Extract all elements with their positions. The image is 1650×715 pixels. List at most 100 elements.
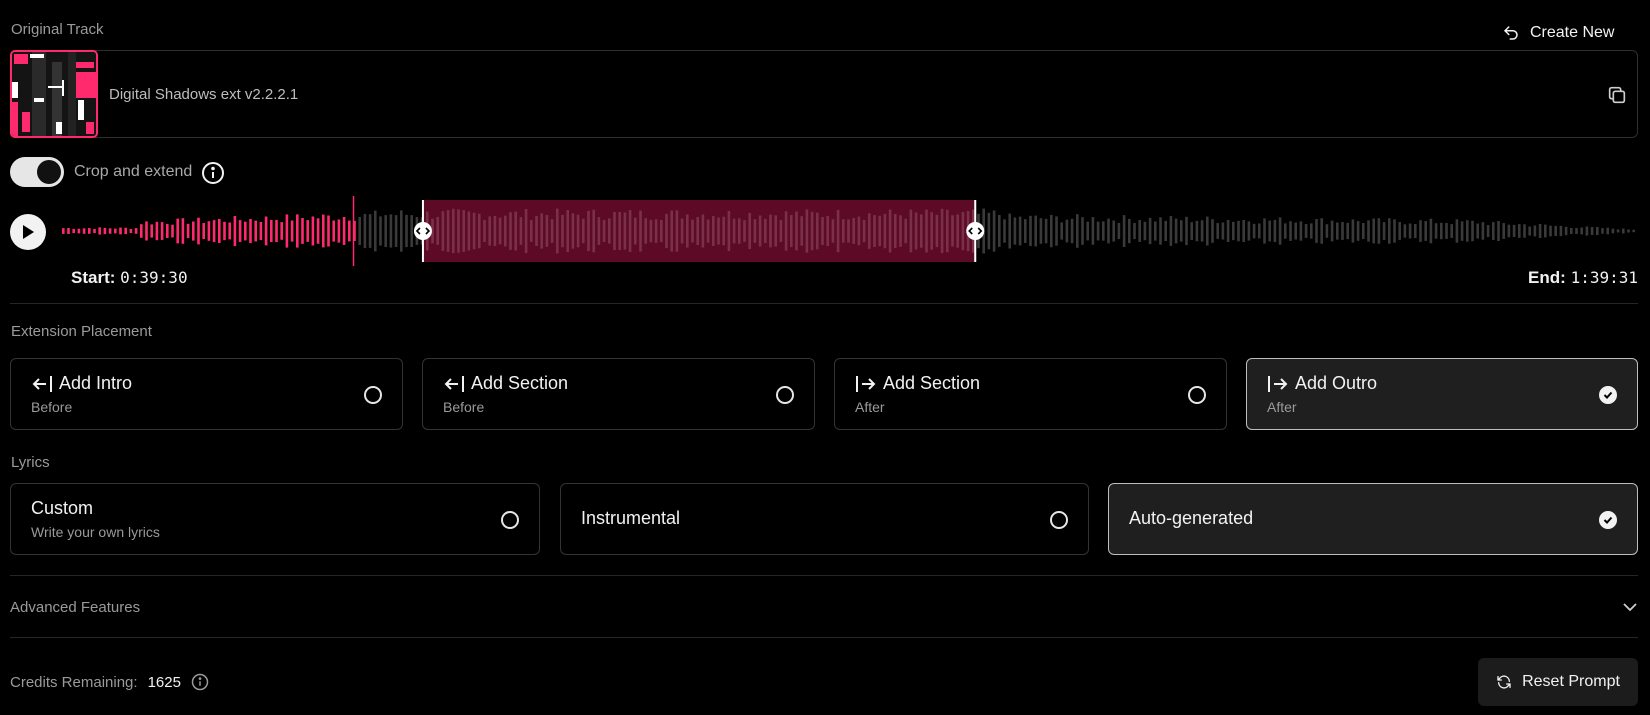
waveform-bar (550, 219, 554, 243)
waveform-bar (498, 217, 502, 245)
waveform-bar (1336, 222, 1339, 240)
waveform-bar (327, 215, 330, 247)
waveform-bar (535, 216, 538, 246)
waveform-bar (462, 210, 465, 252)
waveform-bar (1507, 224, 1511, 238)
waveform-bar (946, 209, 949, 253)
waveform-bar (342, 217, 346, 245)
option-title: Auto-generated (1129, 508, 1254, 528)
waveform-bar (1528, 226, 1531, 236)
waveform-bar (712, 216, 715, 246)
option-add-section-after[interactable]: Add Section After (834, 358, 1227, 430)
option-add-section-before[interactable]: Add Section Before (422, 358, 815, 430)
option-instrumental[interactable]: Instrumental (560, 483, 1089, 555)
option-add-outro[interactable]: Add Outro After (1246, 358, 1638, 430)
waveform-bar (483, 219, 486, 242)
lyrics-label: Lyrics (11, 454, 50, 471)
radio-button[interactable] (364, 386, 382, 404)
waveform-bar (1138, 220, 1141, 242)
waveform-bar (212, 220, 216, 242)
waveform-bar (1346, 222, 1349, 240)
waveform-bar (446, 210, 450, 252)
waveform-bar (743, 220, 746, 242)
waveform-bar (1362, 223, 1365, 239)
waveform-bar (842, 219, 845, 243)
radio-button-checked[interactable] (1599, 386, 1617, 404)
waveform-bar (899, 215, 902, 247)
waveform-bar (914, 212, 918, 250)
copy-icon[interactable] (1606, 84, 1628, 106)
waveform[interactable] (60, 196, 1638, 266)
waveform-bar (1414, 224, 1417, 238)
advanced-features-toggle[interactable]: Advanced Features (10, 596, 1638, 618)
create-new-label: Create New (1530, 24, 1615, 41)
radio-button[interactable] (776, 386, 794, 404)
waveform-bar (1148, 217, 1152, 245)
waveform-bar (909, 209, 913, 253)
waveform-bar (264, 216, 268, 246)
waveform-bar (639, 210, 642, 252)
waveform-bar (1393, 219, 1396, 243)
waveform-bar (862, 219, 866, 243)
waveform-bar (1258, 223, 1261, 239)
waveform-bar (1169, 216, 1173, 246)
waveform-bar (363, 214, 367, 249)
waveform-bar (696, 216, 699, 245)
waveform-bar (1216, 223, 1219, 239)
waveform-bar (1580, 227, 1583, 235)
radio-button[interactable] (501, 511, 519, 529)
waveform-bar (961, 212, 965, 251)
waveform-bar (1310, 223, 1313, 239)
waveform-bar (1601, 228, 1604, 234)
waveform-bar (249, 219, 252, 244)
waveform-bar (1128, 218, 1131, 244)
option-add-intro[interactable]: Add Intro Before (10, 358, 403, 430)
info-icon[interactable] (191, 673, 209, 691)
create-new-button[interactable]: Create New (1502, 20, 1614, 46)
waveform-bar (1575, 228, 1578, 234)
option-auto-generated[interactable]: Auto-generated (1108, 483, 1638, 555)
waveform-bar (1492, 222, 1495, 240)
reset-prompt-button[interactable]: Reset Prompt (1478, 658, 1638, 706)
waveform-bar (410, 215, 413, 247)
crop-extend-toggle[interactable] (10, 157, 64, 187)
waveform-bar (1518, 224, 1521, 238)
start-time: 0:39:30 (120, 268, 188, 287)
waveform-bar (233, 216, 237, 246)
selection-end-handle[interactable] (966, 222, 985, 240)
waveform-bar (571, 213, 575, 249)
track-title: Digital Shadows ext v2.2.2.1 (109, 86, 299, 103)
radio-button[interactable] (1050, 511, 1068, 529)
waveform-bar (1388, 218, 1391, 244)
waveform-bar (1117, 223, 1121, 239)
option-title: Add Intro (59, 373, 133, 393)
waveform-bar (1180, 220, 1183, 242)
refresh-icon (1497, 675, 1511, 689)
option-custom-lyrics[interactable]: Custom Write your own lyrics (10, 483, 540, 555)
waveform-bar (805, 209, 809, 253)
waveform-bar (493, 216, 497, 246)
divider (10, 303, 1638, 304)
radio-button[interactable] (1188, 386, 1206, 404)
waveform-bar (831, 219, 835, 243)
waveform-bar (1351, 219, 1355, 243)
waveform-bar (686, 214, 689, 248)
play-button[interactable] (10, 214, 46, 250)
check-icon (1603, 516, 1613, 524)
waveform-bar (784, 211, 788, 251)
waveform-bar (285, 214, 289, 248)
waveform-bar (103, 228, 107, 235)
waveform-bar (1403, 224, 1407, 238)
waveform-bar (228, 222, 231, 240)
radio-button-checked[interactable] (1599, 511, 1617, 529)
selection-start-handle[interactable] (413, 222, 432, 240)
waveform-bar (774, 215, 777, 247)
waveform-bar (1325, 224, 1329, 238)
info-icon[interactable] (201, 161, 225, 185)
waveform-bar (1398, 222, 1401, 240)
waveform-bar (727, 210, 731, 252)
option-title: Add Section (471, 373, 569, 393)
waveform-bar (1076, 214, 1079, 248)
crop-extend-label: Crop and extend (74, 163, 193, 180)
waveform-bar (1143, 221, 1147, 241)
